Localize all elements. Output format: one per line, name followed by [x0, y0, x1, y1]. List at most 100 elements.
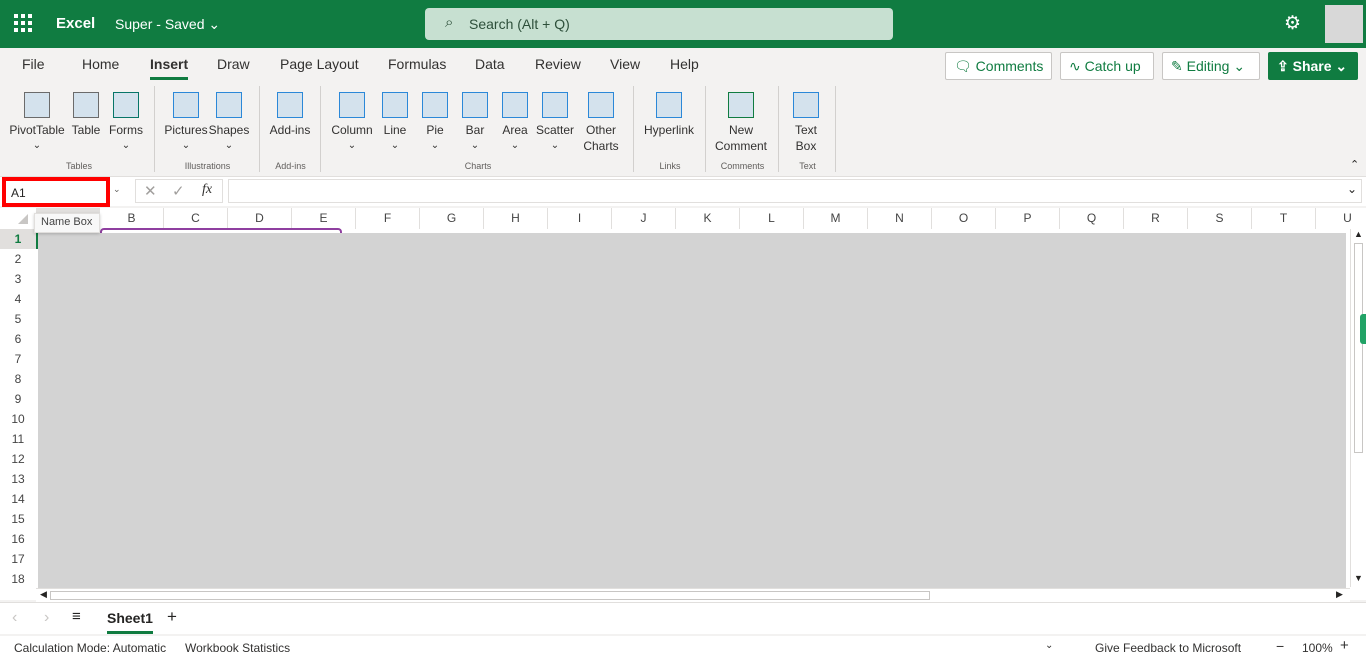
next-sheet-icon[interactable]: ›: [44, 609, 49, 627]
formula-input[interactable]: ⌄: [228, 179, 1362, 203]
column-header[interactable]: D: [228, 208, 292, 229]
other-charts-button[interactable]: Other Charts: [581, 88, 621, 154]
row-header[interactable]: 12: [0, 449, 36, 469]
share-button[interactable]: ⇪ Share ⌄: [1268, 52, 1358, 80]
document-title[interactable]: Super - Saved ⌄: [115, 16, 220, 33]
app-name[interactable]: Excel: [56, 15, 95, 32]
row-header[interactable]: 5: [0, 309, 36, 329]
editing-mode-button[interactable]: ✎ Editing ⌄: [1162, 52, 1260, 80]
pictures-button[interactable]: Pictures ⌄: [164, 88, 208, 154]
name-box-dropdown-icon[interactable]: ⌄: [113, 184, 121, 195]
search-box[interactable]: ⌕ Search (Alt + Q): [425, 8, 893, 40]
row-header[interactable]: 15: [0, 509, 36, 529]
column-header[interactable]: O: [932, 208, 996, 229]
tab-file[interactable]: File: [22, 56, 45, 72]
column-header[interactable]: E: [292, 208, 356, 229]
row-header[interactable]: 4: [0, 289, 36, 309]
column-header[interactable]: C: [164, 208, 228, 229]
column-header[interactable]: Q: [1060, 208, 1124, 229]
expand-formula-icon[interactable]: ⌄: [1347, 182, 1357, 196]
row-header[interactable]: 16: [0, 529, 36, 549]
new-comment-button[interactable]: New Comment: [713, 88, 769, 154]
scroll-right-icon[interactable]: ▶: [1336, 589, 1343, 600]
avatar[interactable]: [1325, 5, 1363, 43]
row-header[interactable]: 9: [0, 389, 36, 409]
column-header[interactable]: I: [548, 208, 612, 229]
feedback-link[interactable]: Give Feedback to Microsoft: [1095, 641, 1241, 655]
row-header[interactable]: 6: [0, 329, 36, 349]
tab-help[interactable]: Help: [670, 56, 699, 72]
tab-data[interactable]: Data: [475, 56, 505, 72]
sheet-tab[interactable]: Sheet1: [107, 610, 153, 634]
row-header[interactable]: 3: [0, 269, 36, 289]
zoom-out-icon[interactable]: −: [1276, 638, 1284, 654]
column-header[interactable]: L: [740, 208, 804, 229]
scatter-chart-button[interactable]: Scatter ⌄: [534, 88, 576, 154]
app-launcher-icon[interactable]: [14, 14, 32, 32]
column-header[interactable]: K: [676, 208, 740, 229]
scroll-left-icon[interactable]: ◀: [40, 589, 47, 600]
column-header[interactable]: S: [1188, 208, 1252, 229]
scroll-down-icon[interactable]: ▼: [1354, 573, 1363, 583]
column-header[interactable]: T: [1252, 208, 1316, 229]
all-sheets-menu-icon[interactable]: ≡: [72, 608, 81, 625]
name-box[interactable]: A1: [2, 177, 110, 207]
pivottable-button[interactable]: PivotTable ⌄: [9, 88, 65, 154]
column-chart-button[interactable]: Column ⌄: [330, 88, 374, 154]
zoom-in-icon[interactable]: +: [1340, 637, 1349, 654]
catch-up-button[interactable]: ∿ Catch up: [1060, 52, 1154, 80]
tab-insert[interactable]: Insert: [150, 56, 189, 80]
row-header[interactable]: 18: [0, 569, 36, 589]
shapes-button[interactable]: Shapes ⌄: [207, 88, 251, 154]
row-header[interactable]: 14: [0, 489, 36, 509]
line-chart-button[interactable]: Line ⌄: [378, 88, 412, 154]
tab-review[interactable]: Review: [535, 56, 581, 72]
row-header[interactable]: 13: [0, 469, 36, 489]
column-header[interactable]: P: [996, 208, 1060, 229]
status-dropdown-icon[interactable]: ⌄: [1045, 640, 1053, 651]
column-header[interactable]: U: [1316, 208, 1366, 229]
scroll-up-icon[interactable]: ▲: [1354, 229, 1363, 239]
select-all-button[interactable]: [0, 208, 36, 229]
calculation-mode[interactable]: Calculation Mode: Automatic: [14, 641, 166, 655]
enter-icon[interactable]: ✓: [172, 182, 185, 200]
column-header[interactable]: R: [1124, 208, 1188, 229]
add-sheet-icon[interactable]: +: [167, 607, 177, 627]
vertical-scrollbar[interactable]: ▲ ▼: [1350, 229, 1366, 587]
table-button[interactable]: Table: [69, 88, 103, 138]
workbook-statistics[interactable]: Workbook Statistics: [185, 641, 290, 655]
hyperlink-button[interactable]: Hyperlink: [642, 88, 696, 138]
prev-sheet-icon[interactable]: ‹: [12, 609, 17, 627]
column-header[interactable]: H: [484, 208, 548, 229]
row-header[interactable]: 1: [0, 229, 36, 249]
tab-view[interactable]: View: [610, 56, 640, 72]
row-header[interactable]: 10: [0, 409, 36, 429]
comments-button[interactable]: 🗨 Comments: [945, 52, 1052, 80]
vertical-scroll-thumb[interactable]: [1354, 243, 1363, 453]
column-header[interactable]: F: [356, 208, 420, 229]
pie-chart-button[interactable]: Pie ⌄: [418, 88, 452, 154]
row-header[interactable]: 11: [0, 429, 36, 449]
side-panel-handle[interactable]: [1360, 314, 1366, 344]
row-header[interactable]: 17: [0, 549, 36, 569]
tab-draw[interactable]: Draw: [217, 56, 250, 72]
column-header[interactable]: J: [612, 208, 676, 229]
text-box-button[interactable]: Text Box: [789, 88, 823, 154]
row-header[interactable]: 8: [0, 369, 36, 389]
bar-chart-button[interactable]: Bar ⌄: [458, 88, 492, 154]
forms-button[interactable]: Forms ⌄: [106, 88, 146, 154]
horizontal-scrollbar[interactable]: ◀ ▶: [36, 588, 1350, 602]
horizontal-scroll-thumb[interactable]: [50, 591, 930, 600]
zoom-level[interactable]: 100%: [1302, 641, 1333, 655]
row-header[interactable]: 7: [0, 349, 36, 369]
tab-page-layout[interactable]: Page Layout: [280, 56, 359, 72]
row-header[interactable]: 2: [0, 249, 36, 269]
column-header[interactable]: G: [420, 208, 484, 229]
column-header[interactable]: B: [100, 208, 164, 229]
collapse-ribbon-icon[interactable]: ⌃: [1350, 158, 1359, 171]
tab-formulas[interactable]: Formulas: [388, 56, 446, 72]
area-chart-button[interactable]: Area ⌄: [498, 88, 532, 154]
addins-button[interactable]: Add-ins: [266, 88, 314, 138]
insert-function-icon[interactable]: fx: [202, 182, 212, 198]
settings-gear-icon[interactable]: ⚙: [1284, 12, 1301, 35]
